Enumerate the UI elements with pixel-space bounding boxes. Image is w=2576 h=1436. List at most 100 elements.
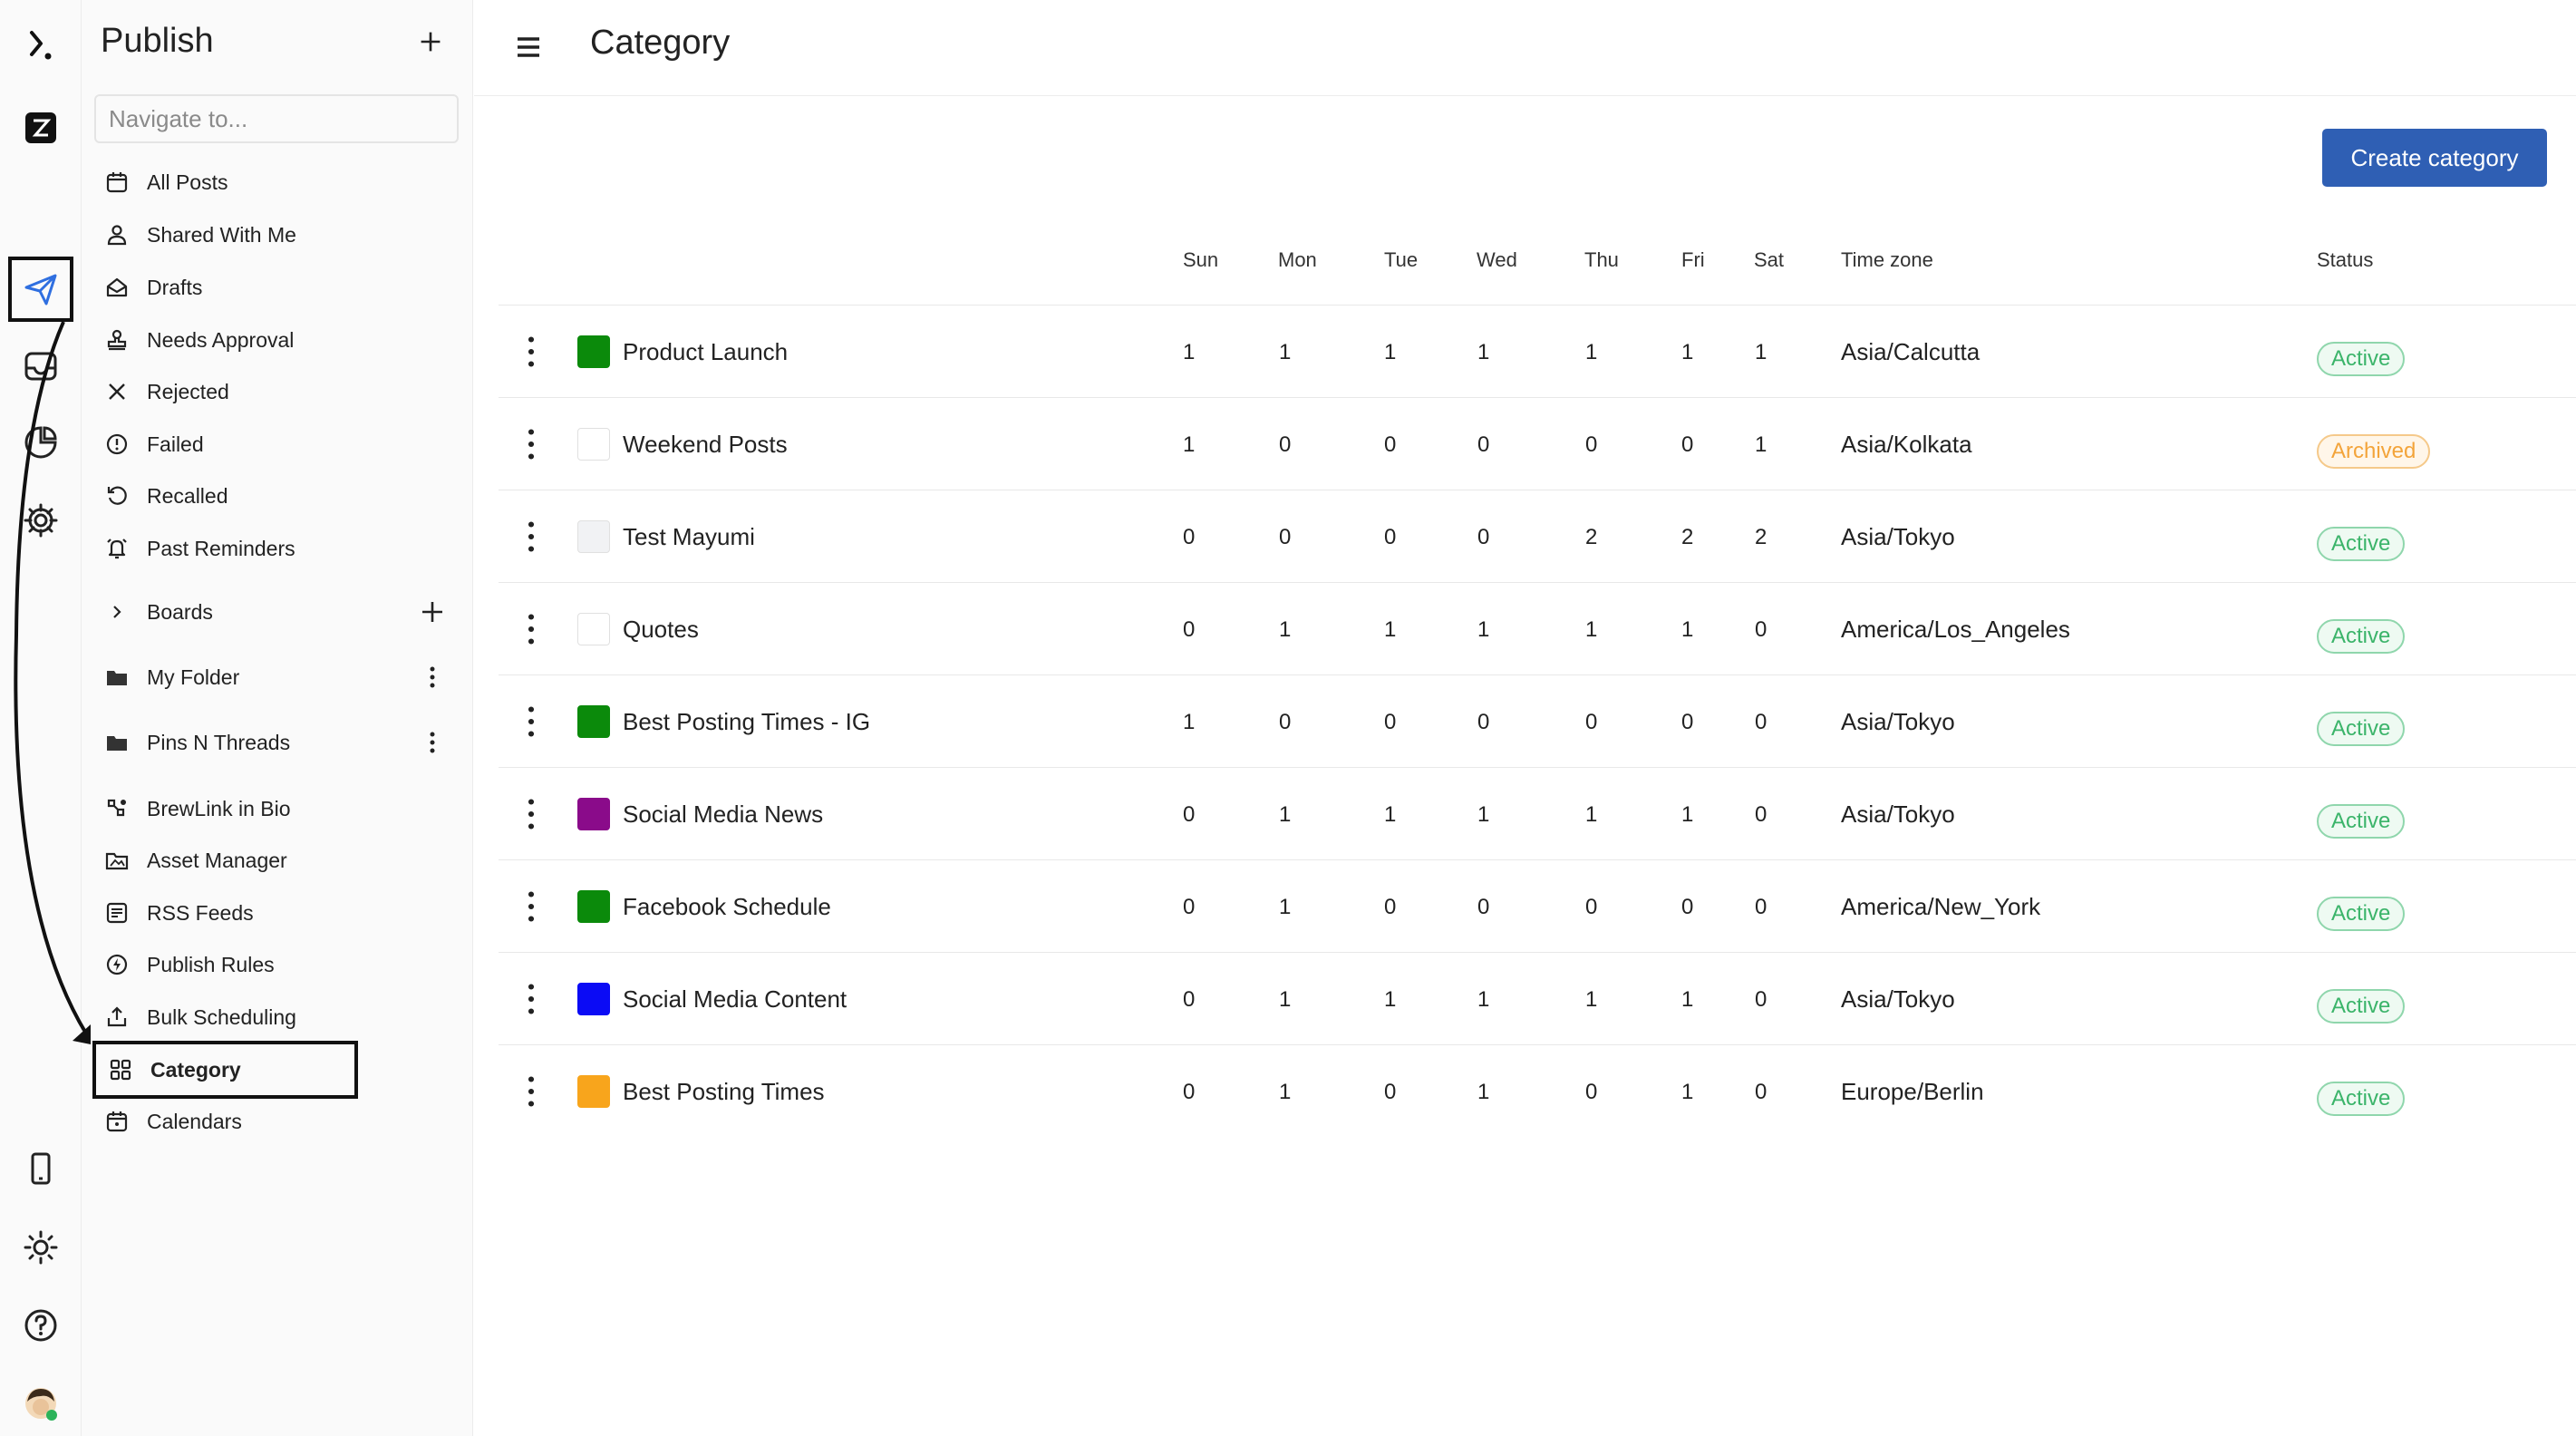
sidebar-item-needs-approval[interactable]: Needs Approval <box>105 317 294 363</box>
table-row[interactable]: Social Media Content 0 1 1 1 1 1 0 Asia/Tokyo Act… <box>499 952 2576 1044</box>
sidebar-item-brewlink[interactable]: BrewLink in Bio <box>105 786 291 831</box>
category-name[interactable]: Weekend Posts <box>623 431 788 459</box>
row-actions-icon[interactable] <box>520 425 542 463</box>
close-icon <box>105 380 129 403</box>
publish-icon[interactable] <box>8 257 73 322</box>
sidebar-item-label: Failed <box>147 432 204 456</box>
sidebar-item-calendars[interactable]: Calendars <box>105 1099 242 1144</box>
category-name[interactable]: Social Media News <box>623 800 823 829</box>
sidebar-item-rss-feeds[interactable]: RSS Feeds <box>105 890 254 936</box>
day-slot-count: 1 <box>1681 802 1694 827</box>
sidebar-item-label: Drafts <box>147 275 203 299</box>
folder-icon <box>105 665 129 689</box>
row-actions-icon[interactable] <box>520 703 542 741</box>
row-actions-icon[interactable] <box>520 888 542 926</box>
table-row[interactable]: Best Posting Times 0 1 0 1 0 1 0 Europe/Berlin Ac… <box>499 1044 2576 1137</box>
sidebar-item-label: Needs Approval <box>147 327 295 352</box>
table-row[interactable]: Facebook Schedule 0 1 0 0 0 0 0 America/New_York… <box>499 859 2576 952</box>
sidebar-item-drafts[interactable]: Drafts <box>105 265 202 310</box>
row-actions-icon[interactable] <box>520 980 542 1018</box>
sidebar-item-asset-manager[interactable]: Asset Manager <box>105 838 287 883</box>
sidebar-item-past-reminders[interactable]: Past Reminders <box>105 526 295 571</box>
category-name[interactable]: Quotes <box>623 616 699 644</box>
user-avatar[interactable] <box>8 1371 73 1436</box>
table-row[interactable]: Best Posting Times - IG 1 0 0 0 0 0 0 Asia/Tokyo… <box>499 674 2576 767</box>
row-actions-icon[interactable] <box>520 610 542 648</box>
alarm-icon <box>105 537 129 560</box>
logo-icon[interactable] <box>8 13 73 78</box>
menu-icon[interactable] <box>510 29 547 65</box>
day-slot-count: 1 <box>1384 340 1397 364</box>
category-name[interactable]: Best Posting Times - IG <box>623 708 870 736</box>
category-color-swatch <box>577 613 610 645</box>
link-bio-icon <box>105 797 129 820</box>
brand-badge-icon[interactable] <box>8 95 73 160</box>
column-header-sun: Sun <box>1183 248 1219 271</box>
row-actions-icon[interactable] <box>520 1072 542 1111</box>
day-slot-count: 1 <box>1477 1080 1490 1104</box>
time-zone: Asia/Tokyo <box>1841 800 1955 828</box>
category-name[interactable]: Best Posting Times <box>623 1078 825 1106</box>
create-category-button[interactable]: Create category <box>2322 129 2547 187</box>
category-name[interactable]: Facebook Schedule <box>623 893 831 921</box>
day-slot-count: 0 <box>1384 710 1397 734</box>
day-slot-count: 1 <box>1384 987 1397 1012</box>
category-name[interactable]: Test Mayumi <box>623 523 755 551</box>
time-zone: America/Los_Angeles <box>1841 616 2070 643</box>
rss-icon <box>105 901 129 925</box>
table-row[interactable]: Social Media News 0 1 1 1 1 1 0 Asia/Tokyo Active <box>499 767 2576 859</box>
sidebar-item-boards[interactable]: Boards <box>105 589 213 635</box>
analytics-icon[interactable] <box>8 410 73 475</box>
status-badge: Active <box>2317 804 2406 839</box>
category-color-swatch <box>577 335 610 368</box>
column-header-wed: Wed <box>1477 248 1517 271</box>
add-board-icon[interactable] <box>416 596 449 628</box>
day-slot-count: 1 <box>1279 1080 1292 1104</box>
sidebar-item-publish-rules[interactable]: Publish Rules <box>105 942 275 987</box>
row-actions-icon[interactable] <box>520 795 542 833</box>
category-name[interactable]: Product Launch <box>623 338 788 366</box>
category-color-swatch <box>577 890 610 923</box>
table-row[interactable]: Test Mayumi 0 0 0 0 2 2 2 Asia/Tokyo Active <box>499 490 2576 582</box>
icon-rail <box>0 0 82 1436</box>
status-badge: Active <box>2317 619 2406 654</box>
sidebar-title: Publish <box>101 22 214 60</box>
sidebar-item-label: Publish Rules <box>147 952 275 976</box>
sidebar-item-my-folder[interactable]: My Folder <box>105 655 239 700</box>
more-vertical-icon[interactable] <box>416 661 449 694</box>
day-slot-count: 1 <box>1477 987 1490 1012</box>
inbox-icon[interactable] <box>8 334 73 399</box>
mobile-icon[interactable] <box>8 1136 73 1201</box>
sidebar-item-pins-n-threads[interactable]: Pins N Threads <box>105 720 290 765</box>
row-actions-icon[interactable] <box>520 333 542 371</box>
sidebar-item-label: Past Reminders <box>147 536 295 560</box>
settings-icon[interactable] <box>8 488 73 553</box>
help-icon[interactable] <box>8 1293 73 1358</box>
navigate-search-input[interactable] <box>94 94 459 143</box>
day-slot-count: 1 <box>1681 987 1694 1012</box>
table-row[interactable]: Quotes 0 1 1 1 1 1 0 America/Los_Angeles Active <box>499 582 2576 674</box>
sidebar-item-shared-with-me[interactable]: Shared With Me <box>105 212 296 257</box>
add-icon[interactable] <box>412 24 449 60</box>
status-badge: Active <box>2317 1082 2406 1116</box>
sidebar-item-rejected[interactable]: Rejected <box>105 369 229 414</box>
row-actions-icon[interactable] <box>520 518 542 556</box>
sidebar-item-category[interactable]: Category <box>92 1041 358 1099</box>
sidebar-item-failed[interactable]: Failed <box>105 422 204 467</box>
table-row[interactable]: Weekend Posts 1 0 0 0 0 0 1 Asia/Kolkata Archived <box>499 397 2576 490</box>
sidebar-item-recalled[interactable]: Recalled <box>105 473 228 519</box>
sidebar-item-all-posts[interactable]: All Posts <box>105 160 228 205</box>
calendar-icon <box>105 170 129 194</box>
sidebar-item-label: Boards <box>147 599 213 624</box>
time-zone: Asia/Tokyo <box>1841 523 1955 550</box>
day-slot-count: 0 <box>1755 710 1767 734</box>
table-row[interactable]: Product Launch 1 1 1 1 1 1 1 Asia/Calcutta Active <box>499 305 2576 397</box>
category-name[interactable]: Social Media Content <box>623 985 847 1014</box>
status-badge: Active <box>2317 527 2406 561</box>
theme-icon[interactable] <box>8 1215 73 1280</box>
day-slot-count: 1 <box>1279 987 1292 1012</box>
day-slot-count: 0 <box>1755 987 1767 1012</box>
sidebar-item-label: Rejected <box>147 379 229 403</box>
sidebar-item-bulk-scheduling[interactable]: Bulk Scheduling <box>105 995 296 1040</box>
more-vertical-icon[interactable] <box>416 726 449 759</box>
